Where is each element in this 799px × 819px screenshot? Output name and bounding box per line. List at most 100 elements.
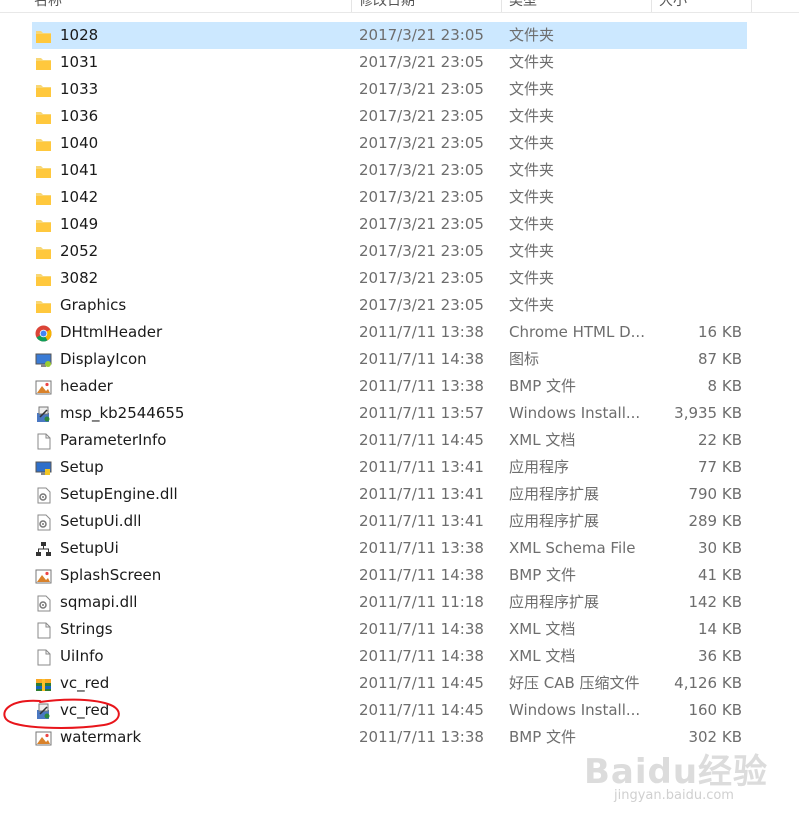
- file-row[interactable]: sqmapi.dll 2011/7/11 11:18 应用程序扩展 142 KB: [32, 589, 747, 616]
- watermark-url: jingyan.baidu.com: [614, 788, 734, 803]
- file-row[interactable]: 1042 2017/3/21 23:05 文件夹: [32, 184, 747, 211]
- file-row[interactable]: SetupEngine.dll 2011/7/11 13:41 应用程序扩展 790 …: [32, 481, 747, 508]
- file-row[interactable]: DisplayIcon 2011/7/11 14:38 图标 87 KB: [32, 346, 747, 373]
- watermark-brand: Baidu经验: [584, 752, 769, 792]
- file-row[interactable]: Graphics 2017/3/21 23:05 文件夹: [32, 292, 747, 319]
- file-type: XML 文档: [509, 431, 576, 449]
- bmp-icon: [35, 567, 52, 584]
- file-date: 2011/7/11 13:41: [359, 485, 484, 503]
- file-date: 2011/7/11 14:38: [359, 620, 484, 638]
- file-type: XML 文档: [509, 620, 576, 638]
- file-type: Windows Install...: [509, 404, 641, 422]
- file-type: 文件夹: [509, 134, 555, 152]
- folder-icon: [35, 162, 52, 179]
- dll-icon: [35, 594, 52, 612]
- file-row[interactable]: vc_red 2011/7/11 14:45 Windows Install... 1…: [32, 697, 747, 724]
- file-type: 文件夹: [509, 188, 555, 206]
- file-row[interactable]: vc_red 2011/7/11 14:45 好压 CAB 压缩文件 4,126 KB: [32, 670, 747, 697]
- file-row[interactable]: 1036 2017/3/21 23:05 文件夹: [32, 103, 747, 130]
- file-date: 2017/3/21 23:05: [359, 134, 484, 152]
- file-size: 22 KB: [698, 431, 742, 449]
- file-row[interactable]: 2052 2017/3/21 23:05 文件夹: [32, 238, 747, 265]
- file-name: sqmapi.dll: [60, 593, 138, 611]
- file-row[interactable]: msp_kb2544655 2011/7/11 13:57 Windows Inst…: [32, 400, 747, 427]
- file-date: 2011/7/11 14:45: [359, 674, 484, 692]
- file-size: 14 KB: [698, 620, 742, 638]
- file-date: 2017/3/21 23:05: [359, 80, 484, 98]
- column-header-bar: 名称 修改日期 类型 大小: [0, 0, 799, 13]
- column-header-name[interactable]: 名称: [34, 0, 62, 11]
- file-row[interactable]: 1033 2017/3/21 23:05 文件夹: [32, 76, 747, 103]
- file-row[interactable]: 1031 2017/3/21 23:05 文件夹: [32, 49, 747, 76]
- file-row[interactable]: SetupUi.dll 2011/7/11 13:41 应用程序扩展 289 KB: [32, 508, 747, 535]
- column-divider[interactable]: [351, 0, 352, 12]
- setup-icon: [35, 459, 52, 476]
- folder-icon: [35, 216, 52, 233]
- column-header-date[interactable]: 修改日期: [359, 0, 415, 11]
- file-row[interactable]: Setup 2011/7/11 13:41 应用程序 77 KB: [32, 454, 747, 481]
- file-size: 790 KB: [688, 485, 742, 503]
- file-type: 图标: [509, 350, 540, 368]
- dll-icon: [35, 513, 52, 531]
- file-name: 2052: [60, 242, 99, 260]
- file-type: BMP 文件: [509, 728, 577, 746]
- file-name: 1040: [60, 134, 99, 152]
- column-header-type[interactable]: 类型: [509, 0, 537, 11]
- file-date: 2011/7/11 13:38: [359, 539, 484, 557]
- file-date: 2011/7/11 13:41: [359, 512, 484, 530]
- file-row[interactable]: 1040 2017/3/21 23:05 文件夹: [32, 130, 747, 157]
- bmp-icon: [35, 378, 52, 395]
- file-row[interactable]: SplashScreen 2011/7/11 14:38 BMP 文件 41 KB: [32, 562, 747, 589]
- folder-icon: [35, 270, 52, 287]
- file-date: 2011/7/11 11:18: [359, 593, 484, 611]
- file-date: 2017/3/21 23:05: [359, 215, 484, 233]
- file-name: 1031: [60, 53, 99, 71]
- file-type: XML 文档: [509, 647, 576, 665]
- folder-icon: [35, 54, 52, 71]
- file-row[interactable]: ParameterInfo 2011/7/11 14:45 XML 文档 22 KB: [32, 427, 747, 454]
- file-type: Windows Install...: [509, 701, 641, 719]
- file-name: SetupUi: [60, 539, 119, 557]
- file-name: DHtmlHeader: [60, 323, 163, 341]
- file-type: 文件夹: [509, 26, 555, 44]
- file-type: BMP 文件: [509, 566, 577, 584]
- column-divider[interactable]: [501, 0, 502, 12]
- file-type: Chrome HTML D...: [509, 323, 645, 341]
- file-date: 2011/7/11 13:38: [359, 323, 484, 341]
- document-icon: [35, 648, 52, 666]
- file-name: 1028: [60, 26, 99, 44]
- file-row[interactable]: Strings 2011/7/11 14:38 XML 文档 14 KB: [32, 616, 747, 643]
- file-row[interactable]: SetupUi 2011/7/11 13:38 XML Schema File 30 …: [32, 535, 747, 562]
- file-row[interactable]: UiInfo 2011/7/11 14:38 XML 文档 36 KB: [32, 643, 747, 670]
- file-row[interactable]: DHtmlHeader 2011/7/11 13:38 Chrome HTML D.…: [32, 319, 747, 346]
- file-date: 2011/7/11 13:57: [359, 404, 484, 422]
- column-header-size[interactable]: 大小: [659, 0, 687, 11]
- file-name: 1036: [60, 107, 99, 125]
- file-type: 文件夹: [509, 215, 555, 233]
- column-divider[interactable]: [651, 0, 652, 12]
- file-row[interactable]: 1041 2017/3/21 23:05 文件夹: [32, 157, 747, 184]
- installer-icon: [35, 405, 52, 422]
- file-name: ParameterInfo: [60, 431, 167, 449]
- file-type: 文件夹: [509, 269, 555, 287]
- file-date: 2011/7/11 14:38: [359, 647, 484, 665]
- file-type: 好压 CAB 压缩文件: [509, 674, 640, 692]
- schema-icon: [35, 540, 52, 557]
- file-type: 应用程序扩展: [509, 512, 600, 530]
- folder-icon: [35, 108, 52, 125]
- file-row[interactable]: header 2011/7/11 13:38 BMP 文件 8 KB: [32, 373, 747, 400]
- file-row[interactable]: 1028 2017/3/21 23:05 文件夹: [32, 22, 747, 49]
- file-name: msp_kb2544655: [60, 404, 185, 422]
- file-row[interactable]: 1049 2017/3/21 23:05 文件夹: [32, 211, 747, 238]
- folder-icon: [35, 189, 52, 206]
- file-row[interactable]: watermark 2011/7/11 13:38 BMP 文件 302 KB: [32, 724, 747, 751]
- column-divider[interactable]: [751, 0, 752, 12]
- file-name: SetupEngine.dll: [60, 485, 178, 503]
- file-row[interactable]: 3082 2017/3/21 23:05 文件夹: [32, 265, 747, 292]
- file-name: SetupUi.dll: [60, 512, 142, 530]
- file-name: vc_red: [60, 674, 110, 692]
- file-date: 2017/3/21 23:05: [359, 242, 484, 260]
- file-type: 文件夹: [509, 242, 555, 260]
- file-date: 2011/7/11 13:38: [359, 728, 484, 746]
- file-name: 1042: [60, 188, 99, 206]
